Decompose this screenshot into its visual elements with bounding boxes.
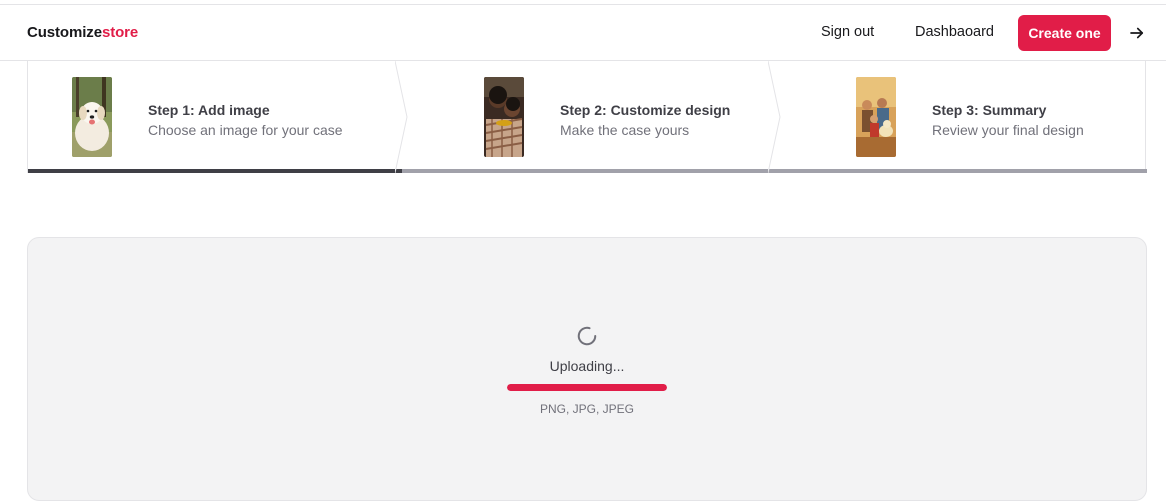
upload-progress-bar (507, 384, 667, 391)
step-1-text: Step 1: Add image Choose an image for yo… (148, 100, 343, 140)
navbar: Customizestore Sign out Dashbaoard Creat… (0, 5, 1166, 61)
step-1-title: Step 1: Add image (148, 102, 270, 118)
step-add-image: Step 1: Add image Choose an image for yo… (28, 61, 402, 173)
upload-progress-fill (507, 384, 667, 391)
step-2-text: Step 2: Customize design Make the case y… (560, 100, 730, 140)
step-summary: Step 3: Summary Review your final design (774, 61, 1147, 173)
dashboard-link[interactable]: Dashbaoard (915, 24, 994, 40)
step-3-thumbnail (856, 77, 896, 157)
steps-progress: Step 1: Add image Choose an image for yo… (27, 61, 1147, 173)
sign-out-link[interactable]: Sign out (821, 24, 874, 40)
step-3-text: Step 3: Summary Review your final design (932, 100, 1084, 140)
step-3-description: Review your final design (932, 122, 1084, 138)
create-one-button[interactable]: Create one (1018, 15, 1111, 51)
step-1-thumbnail (72, 77, 112, 157)
step-2-title: Step 2: Customize design (560, 102, 731, 118)
image-dropzone[interactable]: Uploading... PNG, JPG, JPEG (27, 237, 1147, 501)
step-3-indicator (774, 169, 1147, 173)
accepted-formats: PNG, JPG, JPEG (539, 402, 635, 416)
logo-accent: store (101, 24, 139, 41)
step-customize-design: Step 2: Customize design Make the case y… (402, 61, 774, 173)
upload-status: Uploading... (549, 358, 625, 374)
step-2-description: Make the case yours (560, 122, 690, 138)
step-2-thumbnail (484, 77, 524, 157)
step-2-indicator (402, 169, 774, 173)
step-1-indicator (28, 169, 402, 173)
step-1-description: Choose an image for your case (148, 122, 343, 138)
step-3-title: Step 3: Summary (932, 102, 1047, 118)
arrow-right-icon[interactable] (1128, 24, 1146, 42)
logo[interactable]: Customizestore (27, 24, 138, 41)
loader-icon (577, 326, 597, 346)
logo-main: Customize (27, 24, 102, 41)
